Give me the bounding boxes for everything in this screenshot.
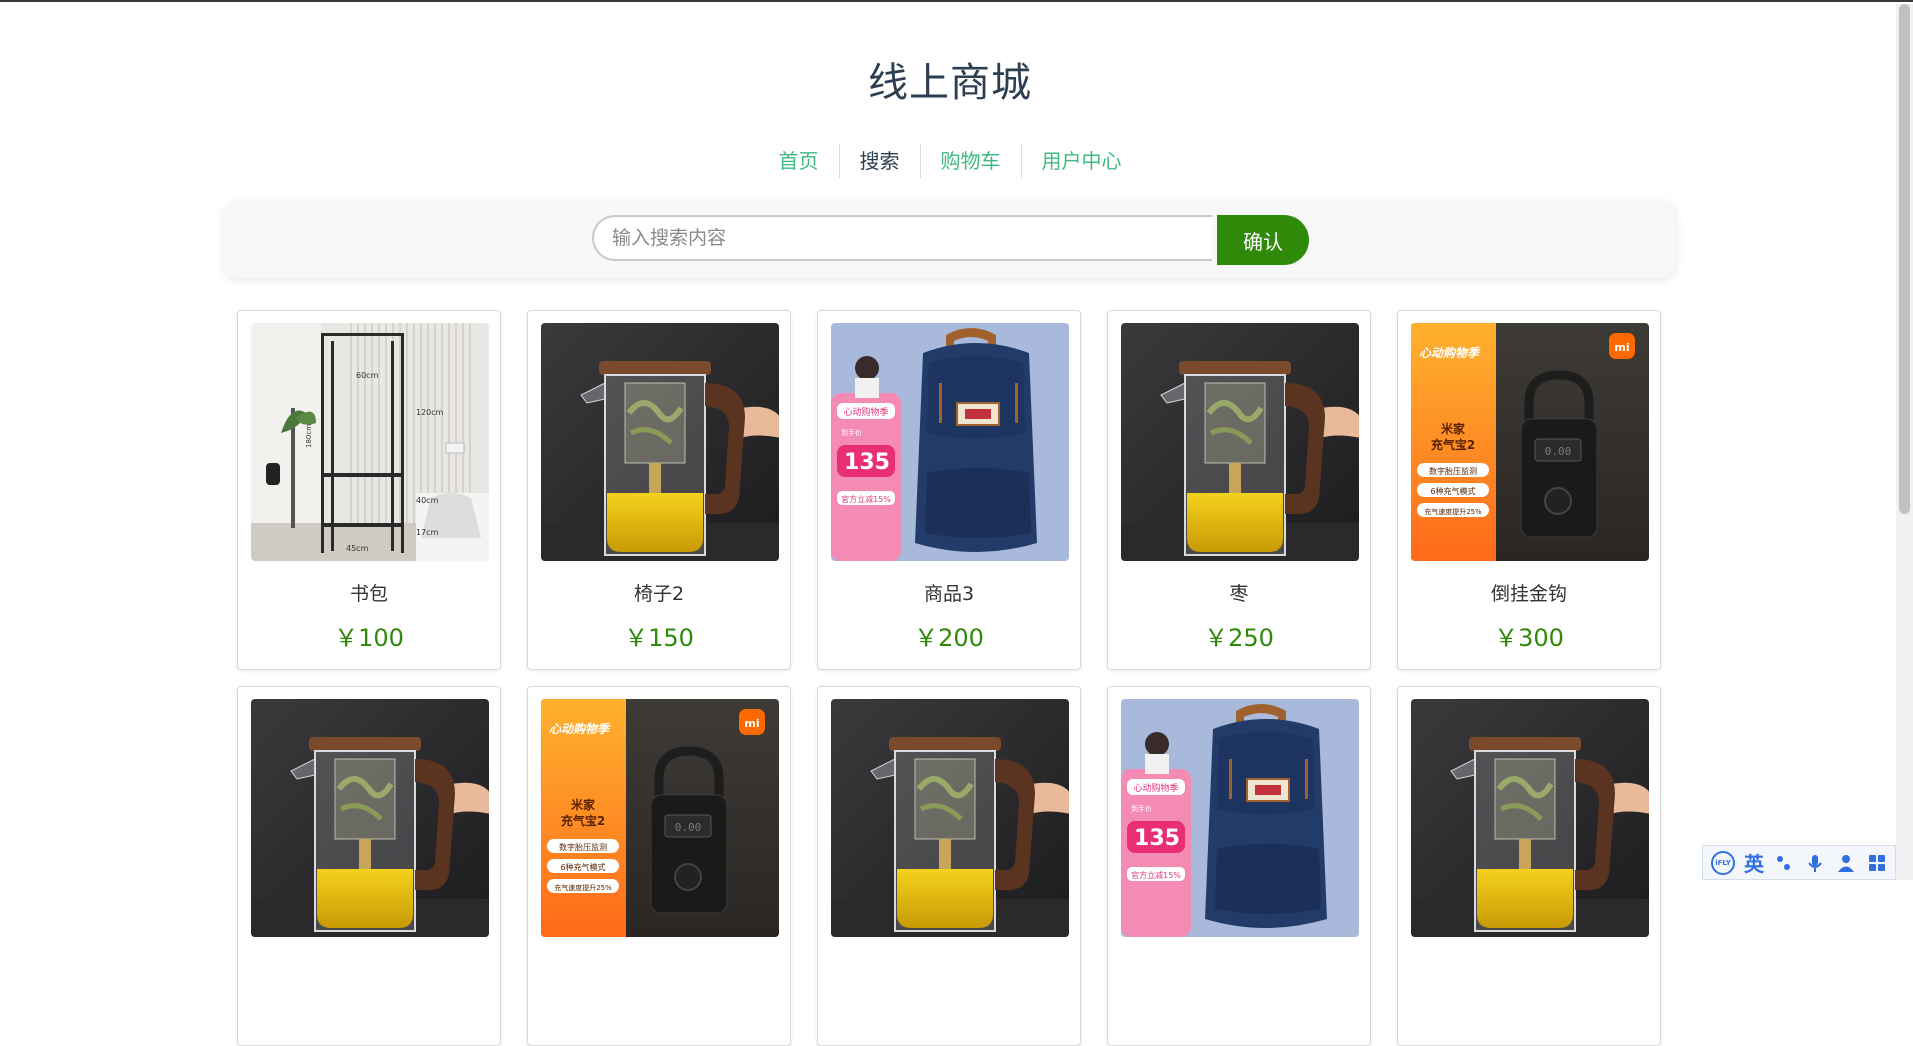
- svg-text:数字胎压监测: 数字胎压监测: [559, 842, 607, 852]
- svg-text:数字胎压监测: 数字胎压监测: [1429, 466, 1477, 476]
- nav-cart[interactable]: 购物车: [919, 144, 1021, 178]
- ime-toolbar: iFLY 英: [1702, 845, 1896, 880]
- svg-text:充气速度提升25%: 充气速度提升25%: [554, 883, 612, 892]
- svg-text:米家: 米家: [571, 797, 596, 812]
- svg-text:心动购物季: 心动购物季: [843, 406, 888, 418]
- search-confirm-button[interactable]: 确认: [1217, 215, 1309, 265]
- product-card[interactable]: [1397, 686, 1661, 1046]
- ifly-logo-icon[interactable]: iFLY: [1711, 850, 1735, 875]
- svg-text:到手价: 到手价: [841, 428, 862, 437]
- search-input[interactable]: [592, 215, 1212, 261]
- svg-text:0.00: 0.00: [1545, 445, 1572, 458]
- svg-text:60cm: 60cm: [356, 371, 379, 380]
- svg-text:充气速度提升25%: 充气速度提升25%: [1424, 507, 1482, 516]
- product-image[interactable]: 60cm 120cm 40cm 17cm 180cm 45cm: [251, 323, 489, 561]
- svg-text:充气宝2: 充气宝2: [1431, 437, 1475, 452]
- product-image[interactable]: [1411, 699, 1649, 937]
- product-name[interactable]: 枣: [1108, 579, 1370, 606]
- svg-text:135: 135: [1134, 826, 1180, 851]
- product-card[interactable]: 60cm 120cm 40cm 17cm 180cm 45cm 书包 ￥100: [237, 310, 501, 670]
- product-image[interactable]: [541, 323, 779, 561]
- product-image[interactable]: [1121, 323, 1359, 561]
- product-image[interactable]: [251, 699, 489, 937]
- microphone-icon[interactable]: [1804, 852, 1826, 874]
- punctuation-icon[interactable]: [1773, 852, 1795, 874]
- product-name[interactable]: 倒挂金钩: [1398, 579, 1660, 606]
- product-card[interactable]: 心动购物季 到手价 135 官方立减15%: [1107, 686, 1371, 1046]
- svg-text:mi: mi: [744, 717, 759, 730]
- product-image[interactable]: 心动购物季 到手价 135 官方立减15%: [1121, 699, 1359, 937]
- product-price: ￥250: [1204, 624, 1274, 652]
- svg-text:官方立减15%: 官方立减15%: [841, 494, 891, 504]
- product-image[interactable]: mi 心动购物季 米家 充气宝2 数字胎压监测 6种充气模式 充气速度提升25%…: [541, 699, 779, 937]
- svg-text:到手价: 到手价: [1131, 804, 1152, 813]
- svg-text:心动购物季: 心动购物季: [549, 722, 611, 736]
- product-name[interactable]: 书包: [238, 579, 500, 606]
- nav-home[interactable]: 首页: [759, 144, 839, 178]
- product-card[interactable]: 枣 ￥250: [1107, 310, 1371, 670]
- ime-mode-toggle[interactable]: 英: [1744, 848, 1764, 877]
- product-price: ￥100: [334, 624, 404, 652]
- svg-text:40cm: 40cm: [416, 496, 439, 505]
- product-price: ￥300: [1494, 624, 1564, 652]
- svg-text:官方立减15%: 官方立减15%: [1131, 870, 1181, 880]
- product-card[interactable]: 心动购物季 到手价 135 官方立减15% 商品3 ￥200: [817, 310, 1081, 670]
- user-icon[interactable]: [1835, 852, 1857, 874]
- svg-text:6种充气模式: 6种充气模式: [1430, 486, 1475, 496]
- apps-grid-icon[interactable]: [1866, 852, 1888, 874]
- svg-text:120cm: 120cm: [416, 408, 444, 417]
- product-card[interactable]: 椅子2 ￥150: [527, 310, 791, 670]
- product-price: ￥150: [624, 624, 694, 652]
- product-card[interactable]: [817, 686, 1081, 1046]
- product-name[interactable]: 商品3: [818, 579, 1080, 606]
- svg-text:6种充气模式: 6种充气模式: [560, 862, 605, 872]
- svg-text:45cm: 45cm: [346, 544, 369, 553]
- product-card[interactable]: [237, 686, 501, 1046]
- scrollbar-thumb[interactable]: [1899, 4, 1910, 514]
- product-image[interactable]: 心动购物季 到手价 135 官方立减15%: [831, 323, 1069, 561]
- page-scrollbar[interactable]: [1896, 4, 1913, 880]
- product-price: ￥200: [914, 624, 984, 652]
- svg-text:充气宝2: 充气宝2: [561, 813, 605, 828]
- nav-user-center[interactable]: 用户中心: [1020, 144, 1142, 178]
- svg-text:17cm: 17cm: [416, 528, 439, 537]
- page-title: 线上商城: [868, 60, 1032, 106]
- svg-text:心动购物季: 心动购物季: [1133, 782, 1178, 794]
- product-image[interactable]: [831, 699, 1069, 937]
- svg-text:0.00: 0.00: [675, 821, 702, 834]
- search-bar: 确认: [224, 201, 1675, 278]
- svg-text:心动购物季: 心动购物季: [1419, 346, 1481, 360]
- product-card[interactable]: mi 心动购物季 米家 充气宝2 数字胎压监测 6种充气模式 充气速度提升25%…: [1397, 310, 1661, 670]
- product-card[interactable]: mi 心动购物季 米家 充气宝2 数字胎压监测 6种充气模式 充气速度提升25%…: [527, 686, 791, 1046]
- svg-text:mi: mi: [1614, 341, 1629, 354]
- svg-text:135: 135: [844, 450, 890, 475]
- nav-search[interactable]: 搜索: [838, 144, 920, 178]
- product-image[interactable]: mi 心动购物季 米家 充气宝2 数字胎压监测 6种充气模式 充气速度提升25%…: [1411, 323, 1649, 561]
- main-nav: 首页 搜索 购物车 用户中心: [0, 144, 1900, 178]
- svg-text:180cm: 180cm: [305, 424, 313, 448]
- product-name[interactable]: 椅子2: [528, 579, 790, 606]
- svg-text:米家: 米家: [1441, 421, 1466, 436]
